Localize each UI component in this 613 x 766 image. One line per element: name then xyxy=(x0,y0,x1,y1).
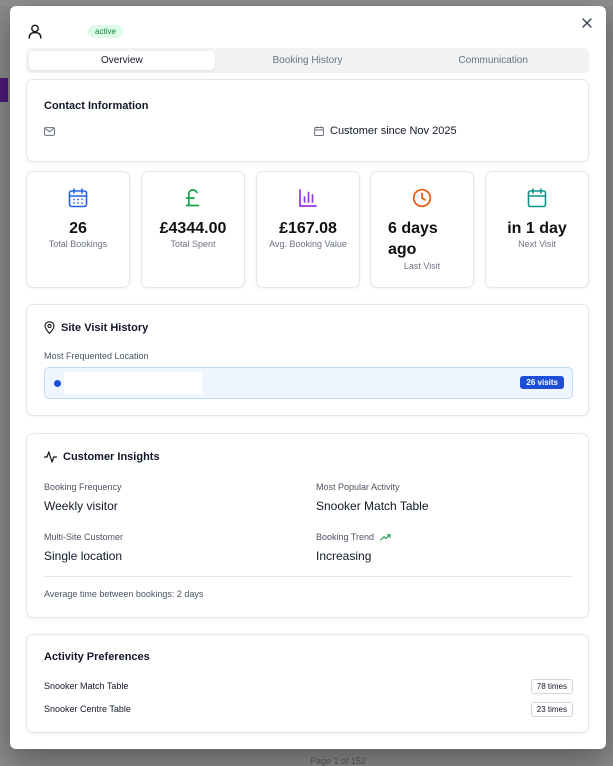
most-popular-activity: Most Popular Activity Snooker Match Tabl… xyxy=(316,482,429,513)
stat-label: Total Spent xyxy=(170,239,216,249)
insight-label: Booking Frequency xyxy=(44,482,122,492)
stat-value: 6 days ago xyxy=(388,220,438,258)
tab-booking-history[interactable]: Booking History xyxy=(215,51,401,70)
insight-value: Increasing xyxy=(316,549,372,563)
stat-value: 26 xyxy=(69,220,87,237)
card-title-text: Site Visit History xyxy=(61,321,149,334)
site-visit-history-card: Site Visit History Most Frequented Locat… xyxy=(26,304,589,416)
insight-label: Booking Trend xyxy=(316,532,391,542)
stat-label: Avg. Booking Value xyxy=(269,239,347,249)
customer-header: active xyxy=(28,24,123,39)
customer-insights-card: Customer Insights Booking Frequency Week… xyxy=(26,433,589,618)
insight-label-text: Booking Trend xyxy=(316,532,375,542)
average-time-between-bookings: Average time between bookings: 2 days xyxy=(44,589,204,599)
activity-preferences-card: Activity Preferences Snooker Match Table… xyxy=(26,634,589,733)
card-title: Site Visit History xyxy=(44,321,148,334)
activity-name: Snooker Match Table xyxy=(44,681,129,691)
bar-chart-icon xyxy=(299,189,317,207)
pound-icon xyxy=(185,189,200,207)
stat-value: £4344.00 xyxy=(159,220,227,237)
stat-value: in 1 day xyxy=(507,220,567,237)
stat-value: £167.08 xyxy=(279,220,337,237)
insight-value: Weekly visitor xyxy=(44,499,118,513)
multi-site-customer: Multi-Site Customer Single location xyxy=(44,532,123,563)
trending-up-icon xyxy=(380,533,391,541)
insight-label: Most Popular Activity xyxy=(316,482,400,492)
tab-communication[interactable]: Communication xyxy=(400,51,586,70)
most-frequented-label: Most Frequented Location xyxy=(44,351,149,361)
card-title: Contact Information xyxy=(44,100,149,112)
contact-information-card: Contact Information Customer since Nov 2… xyxy=(26,79,589,162)
stat-label: Last Visit xyxy=(403,261,441,271)
user-icon xyxy=(28,24,42,39)
activity-count-badge: 78 times xyxy=(530,678,573,694)
card-title: Customer Insights xyxy=(44,451,160,463)
stat-total-bookings: 26 Total Bookings xyxy=(26,171,130,288)
location-row: 26 visits xyxy=(44,367,573,399)
calendar-icon xyxy=(527,188,547,208)
divider xyxy=(44,576,573,577)
close-icon xyxy=(582,18,592,28)
stat-label: Total Bookings xyxy=(48,239,108,249)
background-sidebar-accent xyxy=(0,78,8,102)
close-button[interactable] xyxy=(580,16,594,30)
activity-name: Snooker Centre Table xyxy=(44,704,131,714)
location-dot xyxy=(54,380,61,387)
location-name xyxy=(64,372,202,394)
customer-since-text: Customer since Nov 2025 xyxy=(330,125,457,137)
stat-avg-booking-value: £167.08 Avg. Booking Value xyxy=(256,171,360,288)
tab-overview[interactable]: Overview xyxy=(29,51,215,70)
card-title-text: Customer Insights xyxy=(63,451,160,463)
stat-next-visit: in 1 day Next Visit xyxy=(485,171,589,288)
list-item: Snooker Centre Table 23 times xyxy=(44,701,573,717)
activity-icon xyxy=(44,451,57,463)
map-pin-icon xyxy=(44,321,55,334)
stat-total-spent: £4344.00 Total Spent xyxy=(141,171,245,288)
card-title: Activity Preferences xyxy=(44,651,150,663)
booking-frequency: Booking Frequency Weekly visitor xyxy=(44,482,122,513)
mail-icon xyxy=(44,127,55,136)
customer-since: Customer since Nov 2025 xyxy=(314,125,457,137)
stat-label: Next Visit xyxy=(518,239,556,249)
insight-value: Single location xyxy=(44,549,123,563)
booking-trend: Booking Trend Increasing xyxy=(316,532,391,563)
insight-label: Multi-Site Customer xyxy=(44,532,124,542)
calendar-icon xyxy=(68,188,88,208)
insight-value: Snooker Match Table xyxy=(316,499,429,513)
list-item: Snooker Match Table 78 times xyxy=(44,678,573,694)
customer-details-modal: active Overview Booking History Communic… xyxy=(10,6,606,749)
background-pagination: Page 1 of 152 xyxy=(310,756,367,766)
visits-badge: 26 visits xyxy=(520,376,564,389)
clock-icon xyxy=(412,188,432,208)
stat-last-visit: 6 days ago Last Visit xyxy=(370,171,474,288)
status-badge: active xyxy=(88,25,123,38)
calendar-icon xyxy=(314,126,324,136)
tab-bar: Overview Booking History Communication xyxy=(26,48,589,73)
activity-count-badge: 23 times xyxy=(530,701,573,717)
